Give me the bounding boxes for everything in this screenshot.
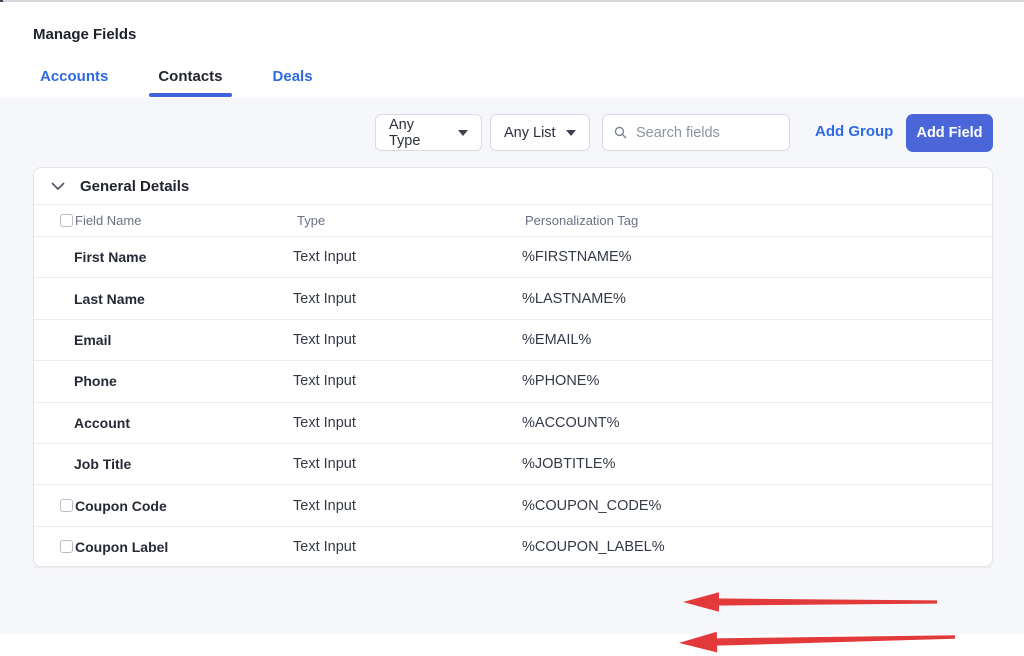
tab-deals[interactable]: Deals <box>273 68 313 97</box>
field-name: Account <box>74 415 130 431</box>
field-type: Text Input <box>293 373 356 389</box>
field-type: Text Input <box>293 291 356 307</box>
field-type: Text Input <box>293 456 356 472</box>
table-row-coupon-label[interactable]: Coupon Label Text Input %COUPON_LABEL% <box>34 527 992 568</box>
table-row-coupon-code[interactable]: Coupon Code Text Input %COUPON_CODE% <box>34 485 992 526</box>
table-row-last-name[interactable]: Last Name Text Input %LASTNAME% <box>34 278 992 319</box>
search-icon <box>614 125 627 140</box>
tab-bar: Accounts Contacts Deals <box>40 68 313 97</box>
field-name: Job Title <box>74 456 131 472</box>
select-all-checkbox[interactable] <box>60 214 73 227</box>
type-filter-value: Any Type <box>389 117 448 149</box>
column-type: Type <box>297 213 325 228</box>
chevron-down-icon <box>458 130 468 136</box>
field-type: Text Input <box>293 332 356 348</box>
field-type: Text Input <box>293 539 356 555</box>
fields-card: General Details Field Name Type Personal… <box>33 167 993 567</box>
tab-contacts-label: Contacts <box>158 68 222 85</box>
personalization-tag: %COUPON_CODE% <box>522 498 661 514</box>
section-title: General Details <box>80 178 189 195</box>
table-row-account[interactable]: Account Text Input %ACCOUNT% <box>34 403 992 444</box>
personalization-tag: %ACCOUNT% <box>522 415 619 431</box>
field-name: Email <box>74 332 111 348</box>
add-group-button[interactable]: Add Group <box>815 123 893 140</box>
personalization-tag: %PHONE% <box>522 373 599 389</box>
type-filter-dropdown[interactable]: Any Type <box>375 114 482 151</box>
table-row-phone[interactable]: Phone Text Input %PHONE% <box>34 361 992 402</box>
personalization-tag: %EMAIL% <box>522 332 591 348</box>
chevron-down-icon <box>566 130 576 136</box>
personalization-tag: %FIRSTNAME% <box>522 249 632 265</box>
table-row-email[interactable]: Email Text Input %EMAIL% <box>34 320 992 361</box>
page-title: Manage Fields <box>33 26 136 43</box>
search-input[interactable] <box>636 125 778 141</box>
field-name: Coupon Code <box>75 498 167 514</box>
column-personalization-tag: Personalization Tag <box>525 213 638 228</box>
list-filter-value: Any List <box>504 125 556 141</box>
field-type: Text Input <box>293 498 356 514</box>
field-type: Text Input <box>293 415 356 431</box>
field-name: First Name <box>74 249 146 265</box>
column-field-name: Field Name <box>75 213 141 228</box>
tab-contacts[interactable]: Contacts <box>158 68 222 97</box>
search-box[interactable] <box>602 114 790 151</box>
personalization-tag: %LASTNAME% <box>522 291 626 307</box>
annotation-arrow-coupon-label <box>677 624 957 656</box>
section-general-details[interactable]: General Details <box>34 168 992 205</box>
row-checkbox[interactable] <box>60 499 73 512</box>
row-checkbox[interactable] <box>60 540 73 553</box>
list-filter-dropdown[interactable]: Any List <box>490 114 590 151</box>
active-tab-underline <box>149 93 231 97</box>
field-type: Text Input <box>293 249 356 265</box>
table-row-job-title[interactable]: Job Title Text Input %JOBTITLE% <box>34 444 992 485</box>
personalization-tag: %COUPON_LABEL% <box>522 539 665 555</box>
field-name: Last Name <box>74 291 145 307</box>
field-name: Coupon Label <box>75 539 168 555</box>
table-header-row: Field Name Type Personalization Tag <box>34 205 992 237</box>
personalization-tag: %JOBTITLE% <box>522 456 615 472</box>
page-header: Manage Fields Accounts Contacts Deals <box>0 2 1024 98</box>
annotation-arrow-coupon-code <box>681 590 939 614</box>
field-name: Phone <box>74 373 117 389</box>
chevron-down-icon <box>51 182 65 191</box>
content-area: Any Type Any List Add Group Add Field Ge… <box>0 98 1024 634</box>
table-row-first-name[interactable]: First Name Text Input %FIRSTNAME% <box>34 237 992 278</box>
tab-accounts[interactable]: Accounts <box>40 68 108 97</box>
add-field-button[interactable]: Add Field <box>906 114 993 152</box>
